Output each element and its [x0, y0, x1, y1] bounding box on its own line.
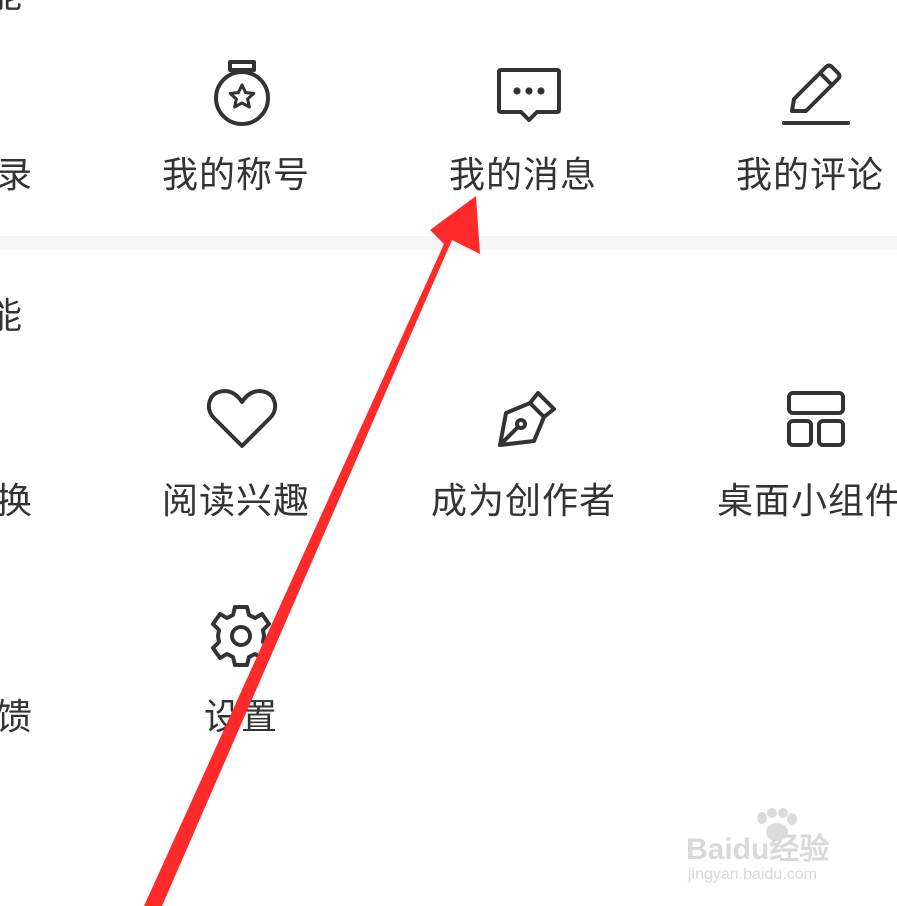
menu-item-reading-interest[interactable]: 阅读兴趣	[150, 378, 340, 528]
menu-item-my-title[interactable]: 我的称号	[150, 55, 330, 205]
clipped-section-heading: 能	[0, 0, 22, 14]
clipped-section-heading: 能	[0, 296, 23, 337]
menu-item-desktop-widget[interactable]: 桌面小组件	[712, 378, 897, 528]
pencil-icon	[782, 59, 852, 127]
menu-item-settings[interactable]: 设置	[190, 595, 300, 745]
menu-item-my-comments[interactable]: 我的评论	[728, 55, 897, 205]
heart-icon	[206, 388, 278, 450]
clipped-menu-label[interactable]: 馈	[0, 700, 32, 736]
menu-item-label: 我的称号	[162, 155, 311, 196]
top-section: 能 录 我的称号 我的消息	[0, 0, 897, 236]
watermark-brand: Baidu经验	[686, 833, 830, 866]
message-bubble-icon	[495, 66, 563, 124]
menu-item-label: 我的消息	[449, 155, 598, 196]
watermark-url: jingyan.baidu.com	[688, 866, 817, 883]
section-divider	[0, 236, 897, 250]
pen-nib-icon	[496, 387, 560, 449]
gear-icon	[208, 603, 274, 669]
menu-item-label: 成为创作者	[431, 481, 617, 522]
menu-item-become-creator[interactable]: 成为创作者	[425, 378, 635, 528]
menu-item-label: 桌面小组件	[717, 481, 897, 522]
watermark: Baidu经验 jingyan.baidu.com	[686, 808, 856, 890]
menu-item-label: 阅读兴趣	[162, 481, 311, 522]
medal-icon	[212, 58, 272, 132]
widget-layout-icon	[785, 389, 847, 449]
menu-item-my-messages[interactable]: 我的消息	[440, 55, 620, 205]
clipped-menu-label[interactable]: 换	[0, 484, 32, 520]
menu-item-label: 设置	[204, 697, 279, 738]
menu-item-label: 我的评论	[736, 155, 885, 196]
clipped-menu-label[interactable]: 录	[0, 158, 32, 194]
